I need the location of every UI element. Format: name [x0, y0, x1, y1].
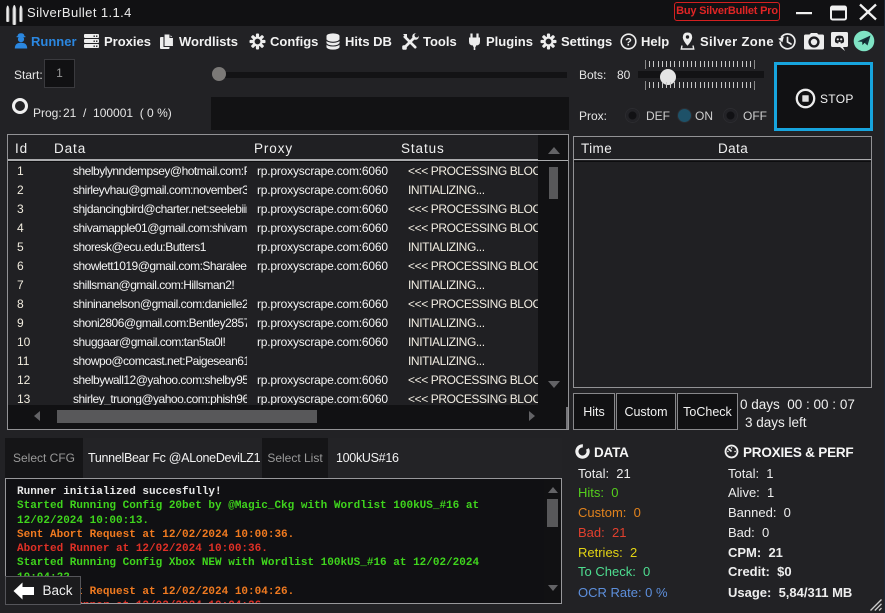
- svg-text:?: ?: [625, 36, 632, 48]
